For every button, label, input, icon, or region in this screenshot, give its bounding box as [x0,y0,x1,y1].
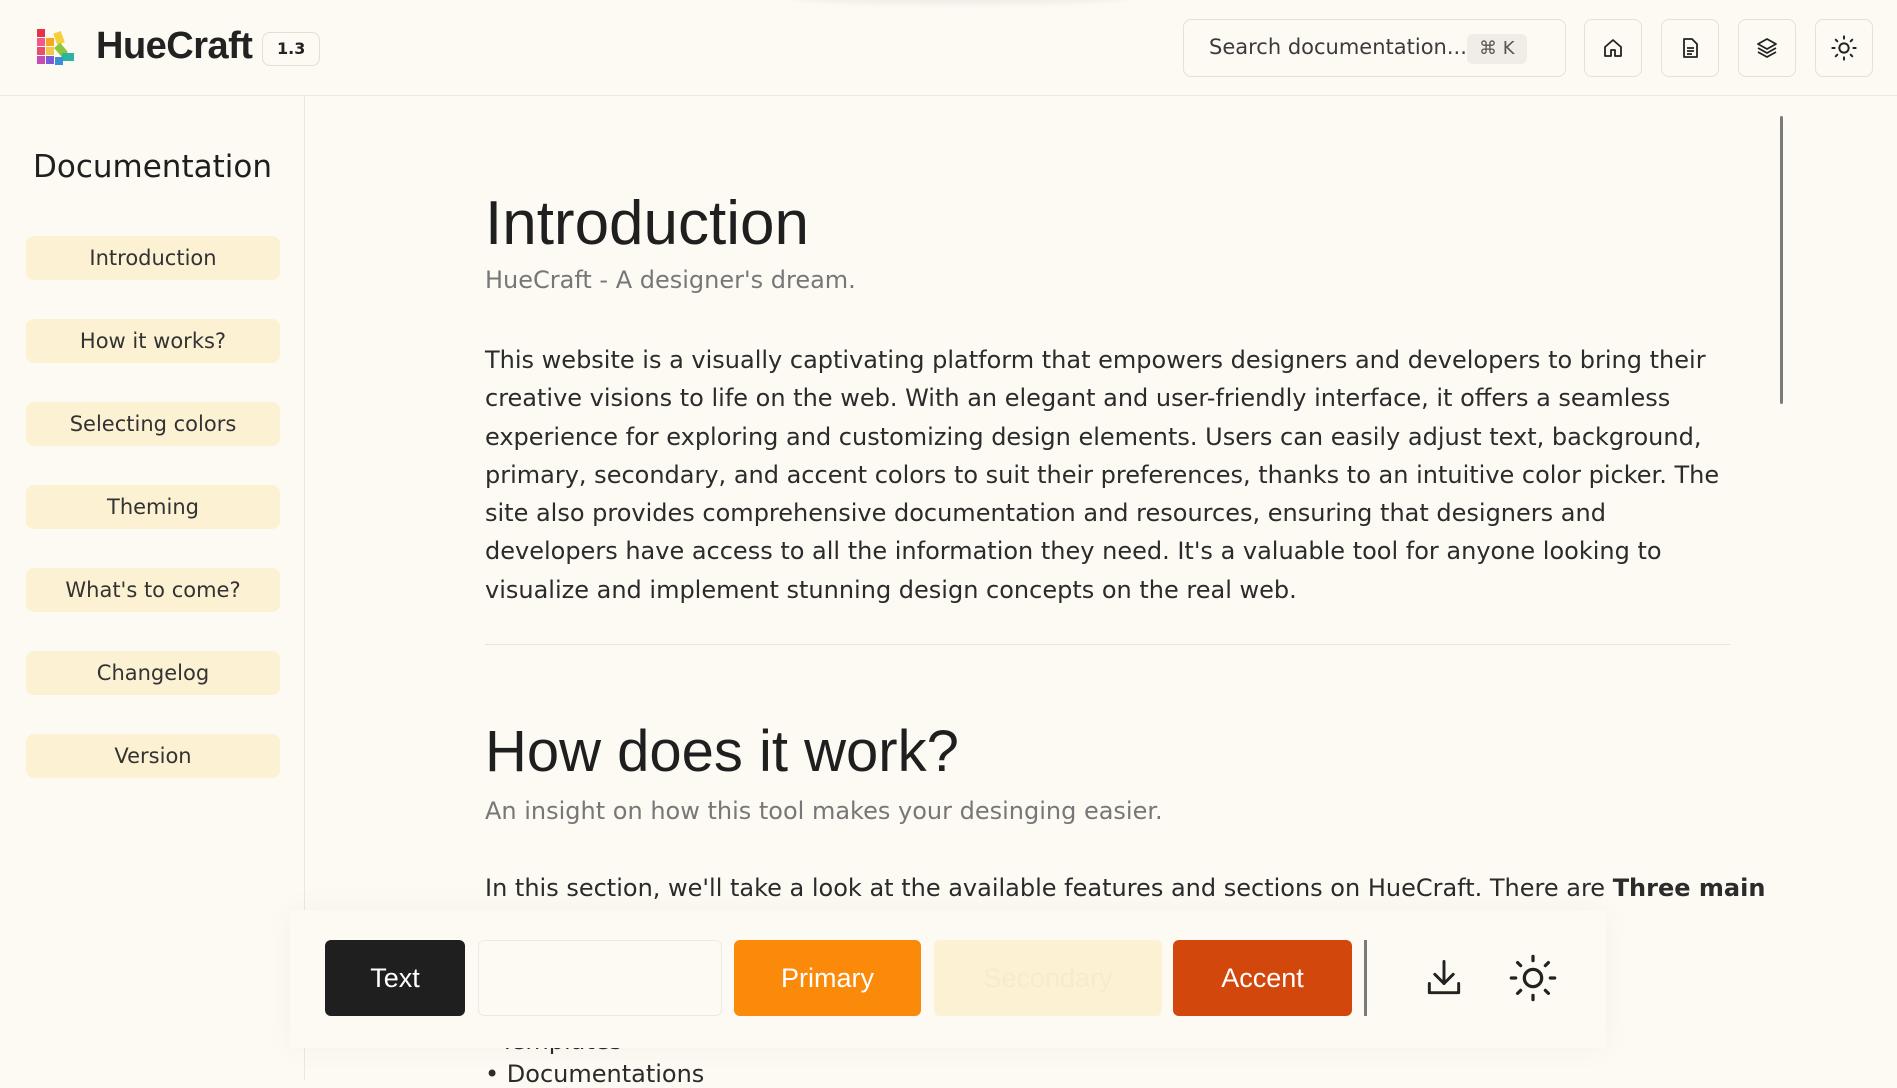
brand-name[interactable]: HueCraft [96,25,253,68]
sidebar-item-version[interactable]: Version [26,734,280,778]
sidebar-item-introduction[interactable]: Introduction [26,236,280,280]
sidebar: Documentation Introduction How it works?… [0,96,305,1080]
download-button[interactable] [1416,950,1472,1006]
theme-toggle-button[interactable] [1815,19,1873,77]
layers-icon [1757,38,1777,58]
how-paragraph-bold: Three main [1612,874,1766,902]
intro-heading: Introduction [485,189,809,258]
accent-color-button[interactable]: Accent [1173,940,1352,1016]
palette-theme-toggle[interactable] [1505,950,1561,1006]
search-shortcut-badge: ⌘ K [1467,34,1527,64]
download-icon [1427,960,1461,995]
layers-button[interactable] [1738,19,1796,77]
document-icon [1683,38,1698,58]
search-input[interactable]: Search documentation... ⌘ K [1183,19,1566,77]
top-glow-decoration [790,0,1130,4]
intro-paragraph: This website is a visually captivating p… [485,346,1720,604]
home-button[interactable] [1584,19,1642,77]
list-item: • Documentations [485,1060,705,1088]
how-heading: How does it work? [485,719,959,784]
home-icon [1604,39,1622,57]
intro-subtitle: HueCraft - A designer's dream. [485,266,856,294]
huecraft-logo-icon[interactable] [35,27,79,71]
how-paragraph: In this section, we'll take a look at th… [485,869,1765,907]
top-header: HueCraft 1.3 Search documentation... ⌘ K [0,0,1897,96]
sun-icon [1509,954,1557,1002]
text-color-button[interactable]: Text [325,940,465,1016]
section-divider [485,644,1730,645]
how-paragraph-text: In this section, we'll take a look at th… [485,874,1613,902]
docs-button[interactable] [1661,19,1719,77]
sidebar-title: Documentation [33,149,272,185]
color-palette-bar: Text Background Primary Secondary Accent [290,910,1606,1048]
sidebar-item-how-it-works[interactable]: How it works? [26,319,280,363]
sidebar-item-whats-to-come[interactable]: What's to come? [26,568,280,612]
search-placeholder: Search documentation... [1209,35,1467,59]
primary-color-button[interactable]: Primary [734,940,921,1016]
background-color-button[interactable]: Background [478,940,722,1016]
palette-divider [1364,940,1367,1016]
version-badge: 1.3 [262,32,321,66]
scrollbar[interactable] [1780,116,1783,404]
sidebar-item-changelog[interactable]: Changelog [26,651,280,695]
how-subtitle: An insight on how this tool makes your d… [485,797,1163,825]
sidebar-item-theming[interactable]: Theming [26,485,280,529]
sidebar-item-selecting-colors[interactable]: Selecting colors [26,402,280,446]
secondary-color-button[interactable]: Secondary [934,940,1162,1016]
sun-icon [1831,35,1857,61]
